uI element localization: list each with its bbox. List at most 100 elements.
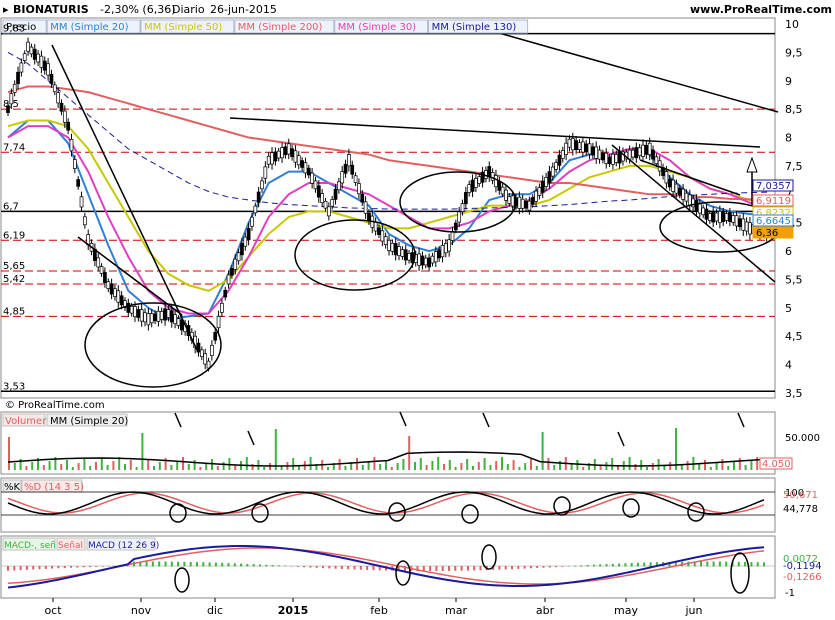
- volume-bar: [187, 464, 190, 470]
- volume-bar: [83, 459, 86, 470]
- right-tick-label: 4: [785, 359, 792, 372]
- x-month-label: feb: [370, 604, 388, 617]
- price-bar-body: [59, 102, 64, 112]
- x-month-label: jun: [685, 604, 703, 617]
- price-bar-body: [220, 302, 224, 313]
- macd-histogram-bar: [13, 566, 16, 571]
- right-tick-label: 8,5: [785, 103, 803, 116]
- volume-bar: [361, 465, 364, 470]
- macd-histogram-bar: [454, 566, 457, 571]
- volume-legend: Volumen: [5, 416, 49, 427]
- price-bar-body: [594, 146, 599, 159]
- macd-histogram-bar: [706, 561, 709, 567]
- volume-bar: [477, 462, 480, 470]
- price-bar-body: [293, 150, 298, 163]
- price-bar-body: [340, 171, 345, 184]
- x-month-label: mar: [445, 604, 467, 617]
- header-icon: ▸: [3, 3, 9, 16]
- price-bar-body: [611, 153, 615, 165]
- price-bar-body: [83, 216, 87, 226]
- volume-bar: [541, 432, 544, 470]
- price-bar-body: [577, 142, 582, 150]
- price-bar-body: [126, 302, 131, 313]
- right-tick-label: 5,5: [785, 273, 803, 286]
- price-bar-body: [467, 184, 472, 193]
- price-bar-body: [560, 150, 565, 159]
- price-bar-body: [300, 160, 304, 168]
- macd-histogram-bar: [233, 563, 236, 567]
- price-bar-body: [280, 147, 284, 159]
- macd-histogram-bar: [435, 566, 438, 572]
- volume-bar: [42, 465, 45, 470]
- price-bar-body: [99, 266, 104, 274]
- price-bar-body: [544, 177, 548, 187]
- price-bar-body: [106, 281, 111, 289]
- price-bar-body: [116, 290, 121, 303]
- price-bar-body: [330, 199, 335, 207]
- price-bar-body: [153, 313, 157, 322]
- macd-histogram-bar: [353, 566, 356, 570]
- macd-histogram-bar: [19, 566, 22, 571]
- macd-histogram-bar: [126, 565, 129, 567]
- price-bar-body: [510, 195, 515, 207]
- price-bar-body: [504, 189, 508, 201]
- price-bar-body: [604, 152, 609, 164]
- macd-histogram-bar: [466, 566, 469, 571]
- price-bar-body: [12, 84, 17, 93]
- level-label: 5,65: [3, 261, 25, 272]
- stoch-k-legend: %K: [4, 482, 21, 493]
- price-bar-body: [367, 212, 371, 222]
- volume-bar: [147, 459, 150, 470]
- price-bar-body: [464, 192, 468, 205]
- price-bar-body: [320, 193, 325, 203]
- right-tick-label: 9: [785, 75, 792, 88]
- price-bar-body: [674, 183, 679, 194]
- macd-histogram-bar: [296, 566, 299, 567]
- volume-bar: [535, 466, 538, 470]
- price-bar-body: [574, 140, 579, 150]
- macd-histogram-bar: [763, 562, 765, 567]
- macd-histogram-bar: [618, 563, 621, 567]
- macd-histogram-bar: [57, 566, 60, 569]
- macd-histogram-bar: [366, 566, 369, 570]
- price-bar-body: [694, 199, 699, 212]
- macd-histogram-bar: [448, 566, 450, 571]
- price-bar-body: [601, 152, 605, 161]
- volume-bar: [153, 466, 155, 470]
- macd-right-tick: -1: [785, 588, 795, 599]
- macd-histogram-bar: [712, 561, 715, 567]
- x-month-label: abr: [536, 604, 555, 617]
- right-tick-label: 10: [785, 18, 799, 31]
- macd-histogram-bar: [536, 566, 539, 569]
- volume-bar: [48, 461, 51, 470]
- volume-bar: [292, 458, 295, 470]
- volume-bar: [158, 462, 161, 470]
- price-bar-body: [240, 243, 244, 256]
- macd-histogram-bar: [700, 561, 702, 567]
- price-bar-body: [701, 207, 706, 216]
- price-bar-body: [530, 197, 535, 205]
- price-bar-body: [337, 181, 341, 191]
- price-bar-body: [169, 310, 174, 323]
- volume-bar: [570, 464, 573, 470]
- volume-ma-legend: MM (Simple 20): [50, 416, 128, 427]
- price-bar-body: [537, 187, 542, 196]
- price-bar-body: [443, 243, 448, 254]
- volume-bar: [141, 433, 144, 470]
- volume-bar: [756, 457, 759, 470]
- macd-histogram-bar: [271, 565, 274, 567]
- value-tags: 7,03576,91196,82326,66456,36: [752, 179, 794, 239]
- macd-histogram-bar: [170, 561, 173, 567]
- price-bar-body: [748, 222, 752, 235]
- value-tag-label: 6,9119: [756, 196, 791, 207]
- price-bar-body: [46, 63, 50, 76]
- volume-bar: [530, 459, 532, 470]
- x-month-label: 2015: [278, 604, 309, 617]
- volume-bar: [344, 466, 347, 470]
- price-bar-body: [109, 283, 114, 295]
- price-bar-body: [76, 179, 81, 187]
- macd-histogram-bar: [183, 561, 186, 567]
- x-month-label: dic: [207, 604, 223, 617]
- volume-bar: [744, 465, 747, 470]
- macd-histogram-bar: [542, 566, 545, 568]
